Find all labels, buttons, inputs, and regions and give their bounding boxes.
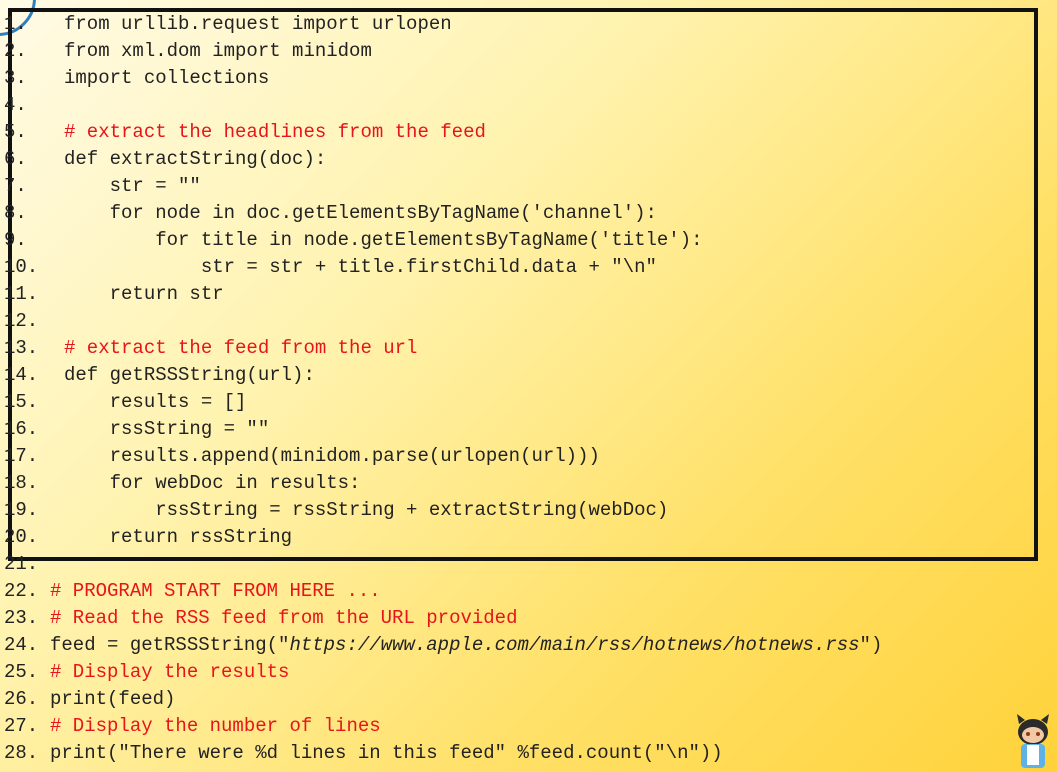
- code-line: 9. for title in node.getElementsByTagNam…: [4, 227, 882, 254]
- line-number: 25.: [4, 661, 39, 683]
- line-number: 15.: [4, 391, 39, 413]
- line-number: 27.: [4, 715, 39, 737]
- code-comment: # PROGRAM START FROM HERE ...: [50, 580, 381, 602]
- line-number: 8.: [4, 202, 27, 224]
- line-number: 4.: [4, 94, 27, 116]
- code-text: for webDoc in results:: [64, 472, 361, 494]
- code-line: 13. # extract the feed from the url: [4, 335, 882, 362]
- code-line: 15. results = []: [4, 389, 882, 416]
- code-text: str = "": [64, 175, 201, 197]
- code-text: for title in node.getElementsByTagName('…: [64, 229, 703, 251]
- code-text: results.append(minidom.parse(urlopen(url…: [64, 445, 600, 467]
- line-number: 2.: [4, 40, 27, 62]
- line-number: 10.: [4, 256, 39, 278]
- code-text: "): [859, 634, 883, 656]
- line-number: 14.: [4, 364, 39, 386]
- github-octocat-icon: [1017, 714, 1049, 768]
- line-number: 11.: [4, 283, 39, 305]
- code-line: 17. results.append(minidom.parse(urlopen…: [4, 443, 882, 470]
- line-number: 26.: [4, 688, 39, 710]
- code-line: 25. # Display the results: [4, 659, 882, 686]
- code-text: for node in doc.getElementsByTagName('ch…: [64, 202, 657, 224]
- code-line: 6. def extractString(doc):: [4, 146, 882, 173]
- code-line: 28. print("There were %d lines in this fe…: [4, 740, 882, 767]
- line-number: 20.: [4, 526, 39, 548]
- code-text: def extractString(doc):: [64, 148, 327, 170]
- code-line: 4.: [4, 92, 882, 119]
- code-text: def getRSSString(url):: [64, 364, 315, 386]
- code-text: return str: [64, 283, 224, 305]
- code-comment: # extract the feed from the url: [64, 337, 418, 359]
- code-comment: # Read the RSS feed from the URL provide…: [50, 607, 518, 629]
- code-listing: 1. from urllib.request import urlopen 2. fr…: [4, 11, 882, 767]
- code-line: 20. return rssString: [4, 524, 882, 551]
- code-line: 1. from urllib.request import urlopen: [4, 11, 882, 38]
- code-text: import collections: [64, 67, 270, 89]
- code-text: return rssString: [64, 526, 293, 548]
- line-number: 24.: [4, 634, 39, 656]
- code-text: feed = getRSSString(": [50, 634, 290, 656]
- url-string: https://www.apple.com/main/rss/hotnews/h…: [289, 634, 860, 656]
- code-line: 22. # PROGRAM START FROM HERE ...: [4, 578, 882, 605]
- code-text: print(feed): [50, 688, 176, 710]
- line-number: 17.: [4, 445, 39, 467]
- line-number: 12.: [4, 310, 39, 332]
- line-number: 16.: [4, 418, 39, 440]
- code-line: 3. import collections: [4, 65, 882, 92]
- line-number: 13.: [4, 337, 39, 359]
- code-text: str = str + title.firstChild.data + "\n": [64, 256, 657, 278]
- line-number: 21.: [4, 553, 39, 575]
- line-number: 18.: [4, 472, 39, 494]
- code-comment: # extract the headlines from the feed: [64, 121, 486, 143]
- line-number: 6.: [4, 148, 27, 170]
- code-line: 12.: [4, 308, 882, 335]
- code-line: 10. str = str + title.firstChild.data + …: [4, 254, 882, 281]
- code-line: 19. rssString = rssString + extractStrin…: [4, 497, 882, 524]
- line-number: 28.: [4, 742, 39, 764]
- code-comment: # Display the results: [50, 661, 290, 683]
- line-number: 1.: [4, 13, 27, 35]
- code-line: 11. return str: [4, 281, 882, 308]
- line-number: 19.: [4, 499, 39, 521]
- line-number: 23.: [4, 607, 39, 629]
- code-text: rssString = rssString + extractString(we…: [64, 499, 669, 521]
- line-number: 7.: [4, 175, 27, 197]
- code-comment: # Display the number of lines: [50, 715, 381, 737]
- code-line: 5. # extract the headlines from the feed: [4, 119, 882, 146]
- line-number: 22.: [4, 580, 39, 602]
- code-line: 26. print(feed): [4, 686, 882, 713]
- code-text: rssString = "": [64, 418, 270, 440]
- code-line: 2. from xml.dom import minidom: [4, 38, 882, 65]
- code-line: 27. # Display the number of lines: [4, 713, 882, 740]
- code-text: from xml.dom import minidom: [64, 40, 372, 62]
- line-number: 9.: [4, 229, 27, 251]
- code-text: results = []: [64, 391, 247, 413]
- line-number: 5.: [4, 121, 27, 143]
- code-line: 8. for node in doc.getElementsByTagName(…: [4, 200, 882, 227]
- code-line: 23. # Read the RSS feed from the URL prov…: [4, 605, 882, 632]
- code-line: 24. feed = getRSSString(" https://www.appl…: [4, 632, 882, 659]
- code-line: 14. def getRSSString(url):: [4, 362, 882, 389]
- code-text: from urllib.request import urlopen: [64, 13, 452, 35]
- line-number: 3.: [4, 67, 27, 89]
- code-line: 18. for webDoc in results:: [4, 470, 882, 497]
- code-text: print("There were %d lines in this feed"…: [50, 742, 723, 764]
- code-line: 21.: [4, 551, 882, 578]
- code-line: 16. rssString = "": [4, 416, 882, 443]
- code-line: 7. str = "": [4, 173, 882, 200]
